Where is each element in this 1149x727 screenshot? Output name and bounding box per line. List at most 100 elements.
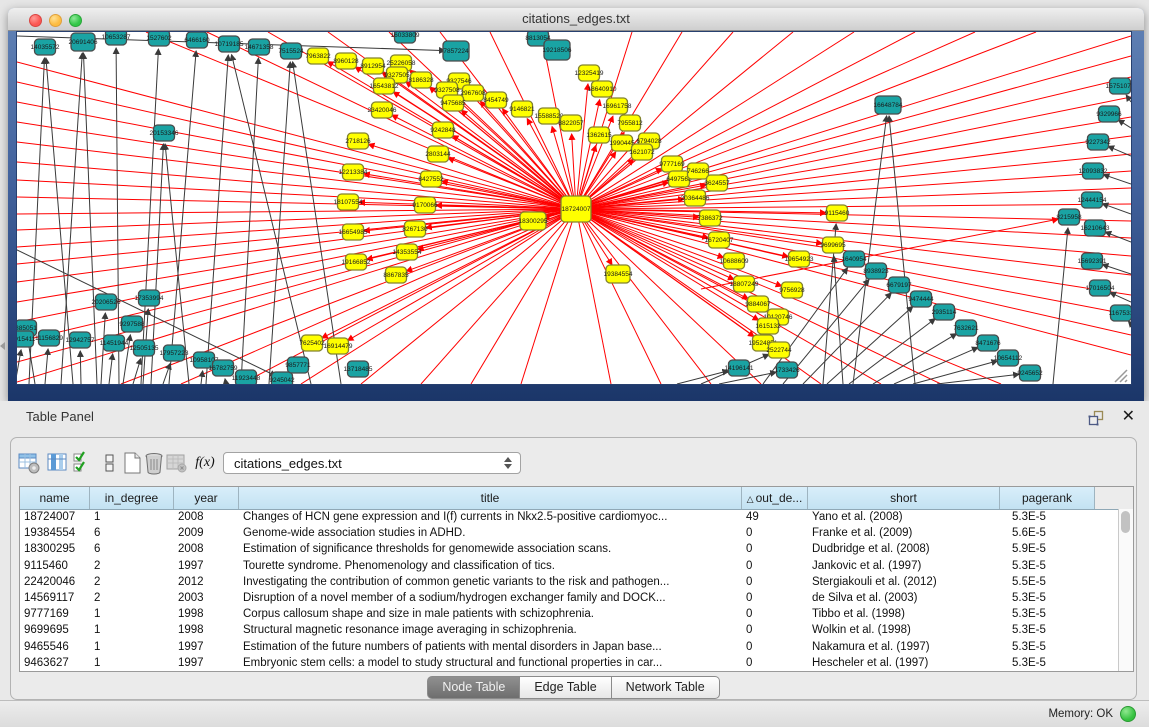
- network-node[interactable]: 10688609: [720, 253, 749, 269]
- network-node[interactable]: 2718126: [345, 133, 371, 149]
- network-node[interactable]: 6466160: [184, 32, 210, 48]
- network-node[interactable]: 10719185: [215, 36, 244, 52]
- network-node[interactable]: 12213384: [339, 164, 368, 180]
- network-node[interactable]: 2522744: [766, 342, 792, 358]
- column-header-out_degree[interactable]: △out_de...: [742, 487, 808, 509]
- table-settings-icon[interactable]: [16, 450, 42, 476]
- network-node[interactable]: 18807249: [730, 276, 759, 292]
- network-node[interactable]: 19654923: [785, 251, 814, 267]
- network-node[interactable]: 1621072: [629, 144, 655, 160]
- delete-table-icon[interactable]: [163, 450, 189, 476]
- network-node[interactable]: 15751074: [1106, 78, 1131, 94]
- scrollbar-thumb[interactable]: [1121, 511, 1130, 533]
- tab-node-table[interactable]: Node Table: [427, 676, 520, 699]
- network-canvas[interactable]: 1872400714035572206914061065328715276026…: [16, 31, 1132, 385]
- table-row[interactable]: 946362711997Embryonic stem cells: a mode…: [20, 655, 1118, 671]
- column-header-year[interactable]: year: [174, 487, 239, 509]
- network-node[interactable]: 3915411: [17, 331, 36, 347]
- network-node[interactable]: 12444154: [1078, 192, 1107, 208]
- network-node[interactable]: 14353554: [393, 244, 422, 260]
- network-node[interactable]: 10654112: [994, 350, 1023, 366]
- network-node[interactable]: 7515524: [278, 43, 304, 59]
- network-node[interactable]: 11923448: [232, 370, 261, 384]
- network-node[interactable]: 17016504: [1086, 280, 1115, 296]
- network-node[interactable]: 1167531: [1109, 305, 1131, 321]
- network-node[interactable]: 8267130: [402, 221, 428, 237]
- network-node[interactable]: 9475685: [440, 95, 466, 111]
- network-node[interactable]: 9245652: [1017, 365, 1043, 381]
- network-node[interactable]: 16654985: [339, 224, 368, 240]
- vertical-scrollbar[interactable]: [1118, 509, 1133, 671]
- column-header-pagerank[interactable]: pagerank: [1000, 487, 1095, 509]
- network-node[interactable]: 16720407: [705, 232, 734, 248]
- network-node[interactable]: 13718485: [344, 361, 373, 377]
- table-row[interactable]: 2242004622012Investigating the contribut…: [20, 574, 1118, 590]
- network-node[interactable]: 12093832: [1079, 163, 1108, 179]
- network-node[interactable]: 7386372: [697, 210, 723, 226]
- network-node[interactable]: 16543812: [370, 78, 399, 94]
- network-node[interactable]: 1640954: [841, 251, 867, 267]
- table-row[interactable]: 1456911722003Disruption of a novel membe…: [20, 590, 1118, 606]
- table-row[interactable]: 969969511998Structural magnetic resonanc…: [20, 622, 1118, 638]
- network-node[interactable]: 18724007: [561, 196, 591, 222]
- network-node[interactable]: 23420046: [368, 102, 397, 118]
- column-header-in_degree[interactable]: in_degree: [90, 487, 174, 509]
- network-node[interactable]: 9242848: [430, 122, 456, 138]
- network-node[interactable]: 20206526: [92, 294, 121, 310]
- network-node[interactable]: 16782759: [209, 360, 238, 376]
- network-node[interactable]: 19166852: [342, 254, 371, 270]
- network-node[interactable]: 9115460: [825, 205, 850, 221]
- column-header-title[interactable]: title: [239, 487, 742, 509]
- network-node[interactable]: 9474444: [908, 291, 934, 307]
- network-node[interactable]: 18300295: [519, 212, 548, 230]
- network-node[interactable]: 1733426: [774, 362, 800, 378]
- network-node[interactable]: 16210643: [1081, 220, 1110, 236]
- network-node[interactable]: 12942757: [66, 332, 95, 348]
- network-node[interactable]: 14671358: [245, 39, 274, 55]
- select-rows-icon[interactable]: [70, 450, 96, 476]
- network-node[interactable]: 7625402: [299, 335, 325, 351]
- network-node[interactable]: 9146821: [509, 101, 535, 117]
- table-row[interactable]: 1938455462009Genome-wide association stu…: [20, 525, 1118, 541]
- network-node[interactable]: 14196141: [725, 360, 754, 376]
- network-node[interactable]: 8215958: [1056, 209, 1082, 225]
- close-icon[interactable]: ✕: [1122, 406, 1135, 426]
- network-node[interactable]: 9884067: [745, 296, 771, 312]
- tab-edge-table[interactable]: Edge Table: [520, 676, 611, 699]
- network-node[interactable]: 7857224: [443, 41, 469, 61]
- table-row[interactable]: 911546021997Tourette syndrome. Phenomeno…: [20, 558, 1118, 574]
- table-row[interactable]: 1830029562008Estimation of significance …: [20, 541, 1118, 557]
- memory-ok-icon[interactable]: [1120, 706, 1136, 722]
- network-node[interactable]: 8867835: [383, 267, 409, 283]
- network-node[interactable]: 1527602: [146, 32, 172, 46]
- network-node[interactable]: 1362615: [586, 127, 612, 143]
- panel-collapse-handle[interactable]: [0, 342, 5, 350]
- network-node[interactable]: 20153346: [150, 125, 179, 141]
- network-node[interactable]: 9777169: [659, 156, 685, 172]
- network-node[interactable]: 12325419: [575, 65, 604, 81]
- network-node[interactable]: 7632621: [953, 320, 979, 336]
- table-row[interactable]: 977716911998Corpus callosum shape and si…: [20, 606, 1118, 622]
- network-node[interactable]: 9699695: [820, 237, 846, 253]
- network-node[interactable]: 9227342: [1085, 134, 1111, 150]
- network-node[interactable]: 11156829: [35, 330, 63, 346]
- network-node[interactable]: 19384554: [604, 265, 633, 283]
- network-node[interactable]: 3624557: [704, 175, 730, 191]
- network-node[interactable]: 15692391: [1078, 253, 1107, 269]
- table-selector-dropdown[interactable]: citations_edges.txt: [223, 452, 521, 474]
- resize-grip-icon[interactable]: [1115, 370, 1127, 382]
- network-node[interactable]: 9756928: [779, 282, 805, 298]
- network-node[interactable]: 16914479: [324, 338, 353, 354]
- network-node[interactable]: 8427552: [418, 171, 444, 187]
- network-node[interactable]: 9245042: [269, 372, 295, 384]
- network-node[interactable]: 19218506: [543, 40, 572, 60]
- column-header-short[interactable]: short: [808, 487, 1000, 509]
- network-node[interactable]: 10653287: [102, 32, 131, 45]
- network-node[interactable]: 8186328: [408, 72, 434, 88]
- network-node[interactable]: 11451944: [100, 335, 129, 351]
- table-row[interactable]: 946554611997Estimation of the future num…: [20, 639, 1118, 655]
- network-node[interactable]: 8912954: [360, 58, 386, 74]
- network-node[interactable]: 8822057: [558, 115, 584, 131]
- column-chooser-icon[interactable]: [44, 450, 70, 476]
- network-node[interactable]: 17957223: [160, 345, 189, 361]
